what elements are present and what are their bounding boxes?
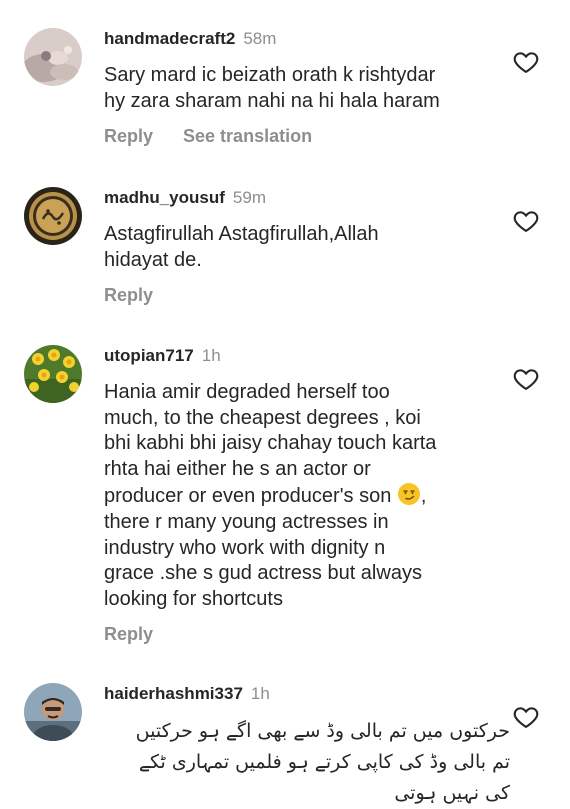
username[interactable]: haiderhashmi337: [104, 684, 243, 703]
heart-outline-icon[interactable]: [512, 365, 540, 393]
username[interactable]: handmadecraft2: [104, 29, 235, 48]
timestamp: 58m: [243, 29, 277, 48]
timestamp: 1h: [250, 684, 270, 703]
comment-body: madhu_yousuf 59m Astagfirullah Astagfirul…: [104, 187, 510, 306]
comment-line: bhi kabhi bhi jaisy chahay touch karta: [104, 432, 437, 455]
avatar[interactable]: [24, 28, 82, 86]
comment-text: Astagfirullah Astagfirullah,Allah hidaya…: [104, 222, 510, 273]
comment-line: حرکتوں میں تم بالی وڈ سے بھی اگے ہو حرکت…: [135, 720, 510, 742]
comment-line: rhta hai either he s an actor or: [104, 457, 371, 480]
comment-line: کی نہیں ہوتی: [394, 782, 510, 804]
timestamp: 59m: [232, 188, 266, 207]
comment-actions: Reply: [104, 284, 510, 306]
comment-actions: Reply See translation: [104, 125, 510, 147]
comment-meta: haiderhashmi337 1h: [104, 683, 510, 705]
comment-text: حرکتوں میں تم بالی وڈ سے بھی اگے ہو حرکت…: [104, 716, 510, 809]
avatar[interactable]: [24, 345, 82, 403]
heart-outline-icon[interactable]: [512, 207, 540, 235]
comment-line: تم بالی وڈ کی کاپی کرتے ہو فلمیں تمہاری …: [138, 751, 510, 773]
comment-line: Hania amir degraded herself too: [104, 381, 390, 403]
see-translation-button[interactable]: See translation: [183, 126, 312, 146]
reply-button[interactable]: Reply: [104, 285, 153, 305]
comment-line: hidayat de.: [104, 248, 202, 271]
comment-meta: handmadecraft2 58m: [104, 28, 510, 50]
comment-line: much, to the cheapest degrees , koi: [104, 406, 421, 429]
comment-line-text: producer or even producer's son: [104, 485, 392, 508]
comment-line: Astagfirullah Astagfirullah,Allah: [104, 223, 379, 245]
avatar[interactable]: [24, 187, 82, 245]
heart-outline-icon[interactable]: [512, 703, 540, 731]
comment-line: there r many young actresses in: [104, 510, 389, 533]
comment-line: producer or even producer's son ,: [104, 482, 510, 510]
comment-actions: Reply: [104, 623, 510, 645]
reply-button[interactable]: Reply: [104, 126, 153, 146]
smirking-face-icon: [397, 482, 421, 506]
comment-line: industry who work with dignity n: [104, 536, 386, 559]
comment-body: handmadecraft2 58m Sary mard ic beizath o…: [104, 28, 510, 147]
comment-text: Hania amir degraded herself too much, to…: [104, 380, 510, 612]
comment-text: Sary mard ic beizath orath k rishtydar h…: [104, 63, 510, 114]
comment-line: grace .she s gud actress but always: [104, 562, 422, 585]
username[interactable]: madhu_yousuf: [104, 188, 225, 207]
comment-line: Sary mard ic beizath orath k rishtydar: [104, 64, 436, 86]
heart-outline-icon[interactable]: [512, 48, 540, 76]
timestamp: 1h: [201, 346, 221, 365]
avatar[interactable]: [24, 683, 82, 741]
comment-meta: madhu_yousuf 59m: [104, 187, 510, 209]
comment-body: utopian717 1h Hania amir degraded herself…: [104, 345, 510, 645]
comment-line: looking for shortcuts: [104, 587, 283, 610]
username[interactable]: utopian717: [104, 346, 194, 365]
comment-body: haiderhashmi337 1h حرکتوں میں تم بالی وڈ …: [104, 683, 510, 809]
reply-button[interactable]: Reply: [104, 624, 153, 644]
comment-meta: utopian717 1h: [104, 345, 510, 367]
comment-line: hy zara sharam nahi na hi hala haram: [104, 89, 440, 112]
